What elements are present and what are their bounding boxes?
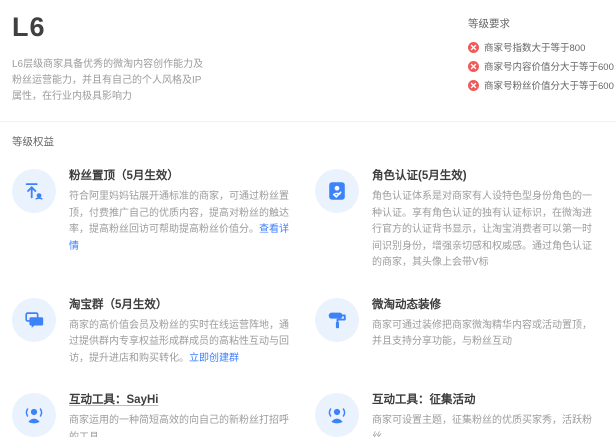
chat-group-icon [12,298,56,342]
requirement-item: 商家号内容价值分大于等于600 [468,59,600,73]
badge-check-icon [315,169,359,213]
benefit-description: 商家的高价值会员及粉丝的实时在线运营阵地，通过提供群内专享权益形成群成员的高粘性… [69,318,297,368]
benefit-description: 角色认证体系是对商家有人设特色型身份角色的一种认证。享有角色认证的独有认证标识，… [372,189,600,272]
benefit-weitao-decoration: 微淘动态装修 商家可通过装修把商家微淘精华内容或活动置顶，并且支持分享功能，与粉… [315,296,600,368]
benefit-title: 粉丝置顶（5月生效） [69,167,297,183]
benefit-description: 商家可通过装修把商家微淘精华内容或活动置顶，并且支持分享功能，与粉丝互动 [372,318,600,351]
person-waves-icon [315,393,359,437]
page-description: L6层级商家具备优秀的微淘内容创作能力及粉丝运营能力，并且有自己的个人风格及IP… [12,57,204,105]
page-title: L6 [12,12,312,43]
benefit-description: 商家可设置主题，征集粉丝的优质买家秀，活跃粉丝 [372,413,600,437]
benefits-heading: 等级权益 [12,134,600,149]
error-x-icon [468,80,479,91]
benefit-title: 微淘动态装修 [372,296,600,312]
level-benefits-page: L6 L6层级商家具备优秀的微淘内容创作能力及粉丝运营能力，并且有自己的个人风格… [0,0,616,437]
benefit-description: 符合阿里妈妈钻展开通标准的商家，可通过粉丝置顶，付费推广自己的优质内容，提高对粉… [69,189,297,255]
benefit-description: 商家运用的一种简短高效的向自己的新粉丝打招呼的工具 [69,413,297,437]
benefit-fans-pin-top: 粉丝置顶（5月生效） 符合阿里妈妈钻展开通标准的商家，可通过粉丝置顶，付费推广自… [12,167,297,272]
benefit-title: 互动工具：征集活动 [372,391,600,407]
benefits-grid: 粉丝置顶（5月生效） 符合阿里妈妈钻展开通标准的商家，可通过粉丝置顶，付费推广自… [12,167,600,437]
person-waves-icon [12,393,56,437]
requirement-text: 商家号指数大于等于800 [484,40,585,54]
requirements-heading: 等级要求 [468,16,600,31]
error-x-icon [468,42,479,53]
pin-top-icon [12,169,56,213]
benefit-taobao-group: 淘宝群（5月生效） 商家的高价值会员及粉丝的实时在线运营阵地，通过提供群内专享权… [12,296,297,368]
level-requirements-panel: 等级要求 商家号指数大于等于800 商家号内容价值分大于等于600 商家号粉丝价… [468,8,600,105]
error-x-icon [468,61,479,72]
benefit-title: 角色认证(5月生效) [372,167,600,183]
page-header: L6 L6层级商家具备优秀的微淘内容创作能力及粉丝运营能力，并且有自己的个人风格… [0,0,616,105]
benefit-tool-sayhi: 互动工具：SayHi 商家运用的一种简短高效的向自己的新粉丝打招呼的工具 [12,391,297,437]
requirement-text: 商家号内容价值分大于等于600 [484,59,614,73]
benefit-title: 淘宝群（5月生效） [69,296,297,312]
level-benefits-section: 等级权益 粉丝置顶（5月生效） 符合阿里妈妈钻展开通标准的商家，可通过粉丝置顶，… [0,122,616,437]
level-intro: L6 L6层级商家具备优秀的微淘内容创作能力及粉丝运营能力，并且有自己的个人风格… [12,8,312,105]
benefit-title: 互动工具：SayHi [69,391,297,407]
requirement-text: 商家号粉丝价值分大于等于600 [484,78,614,92]
benefit-tool-collection: 互动工具：征集活动 商家可设置主题，征集粉丝的优质买家秀，活跃粉丝 [315,391,600,437]
paint-roller-icon [315,298,359,342]
requirement-item: 商家号粉丝价值分大于等于600 [468,78,600,92]
create-group-link[interactable]: 立即创建群 [189,353,239,364]
benefit-role-certification: 角色认证(5月生效) 角色认证体系是对商家有人设特色型身份角色的一种认证。享有角… [315,167,600,272]
requirements-list: 商家号指数大于等于800 商家号内容价值分大于等于600 商家号粉丝价值分大于等… [468,40,600,92]
requirement-item: 商家号指数大于等于800 [468,40,600,54]
